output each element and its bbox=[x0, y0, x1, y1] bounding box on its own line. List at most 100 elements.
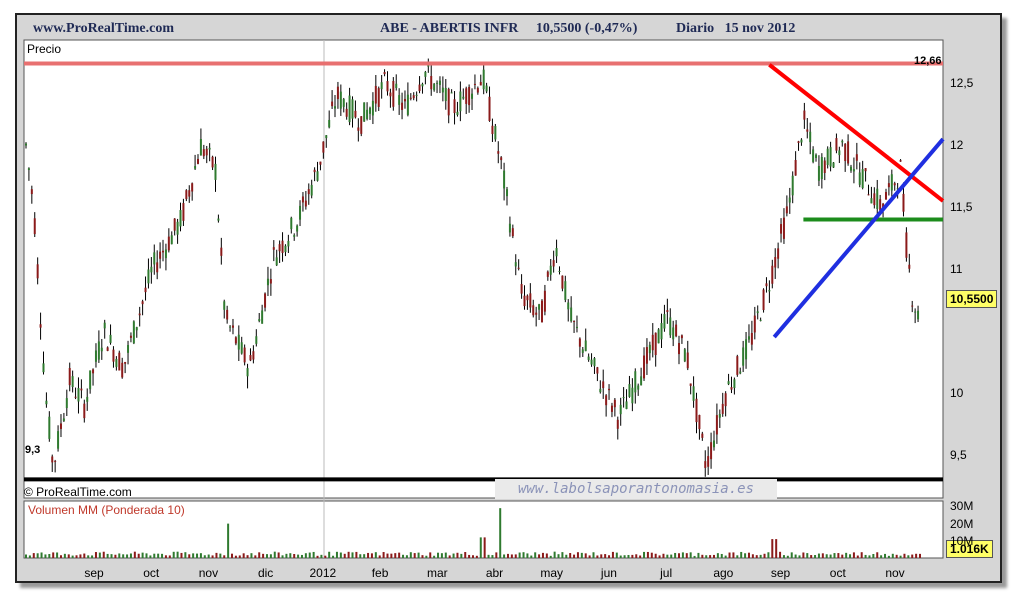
volume-bar bbox=[841, 554, 844, 558]
volume-bar bbox=[580, 552, 583, 558]
candle-body bbox=[631, 387, 634, 404]
x-tick-label: 2012 bbox=[309, 566, 337, 580]
volume-bar bbox=[506, 553, 509, 558]
volume-bar bbox=[52, 552, 55, 558]
candle-body bbox=[523, 295, 526, 307]
volume-bar bbox=[246, 555, 249, 558]
candle-body bbox=[89, 370, 92, 390]
volume-bar bbox=[674, 552, 677, 558]
candle-body bbox=[243, 347, 246, 363]
y-tick-label: 12 bbox=[950, 138, 964, 153]
candle-body bbox=[593, 358, 596, 367]
candle-body bbox=[651, 334, 654, 351]
candle-body bbox=[817, 165, 820, 181]
volume-bar bbox=[491, 555, 494, 558]
volume-bar bbox=[71, 555, 74, 558]
candle-body bbox=[552, 260, 555, 267]
volume-bar bbox=[670, 554, 673, 558]
candle-body bbox=[602, 381, 605, 389]
volume-bar bbox=[600, 554, 603, 558]
candle-body bbox=[284, 245, 287, 253]
candle-body bbox=[465, 88, 468, 104]
volume-bar bbox=[328, 551, 331, 558]
candle-body bbox=[229, 326, 232, 328]
candle-body bbox=[809, 131, 812, 143]
volume-bar bbox=[549, 555, 552, 558]
volume-bar bbox=[464, 552, 467, 558]
candle-body bbox=[25, 143, 27, 146]
candle-body bbox=[62, 418, 65, 421]
candle-body bbox=[418, 84, 421, 91]
volume-bar bbox=[475, 555, 478, 558]
candle-body bbox=[468, 86, 471, 106]
candle-body bbox=[695, 398, 698, 423]
volume-bar bbox=[347, 551, 350, 558]
volume-bar bbox=[351, 552, 354, 558]
volume-bar bbox=[277, 552, 280, 558]
volume-bar bbox=[102, 551, 105, 558]
volume-bar bbox=[297, 554, 300, 558]
candle-body bbox=[109, 334, 112, 343]
volume-bar bbox=[176, 551, 179, 558]
candle-body bbox=[847, 141, 850, 164]
x-tick-label: sep bbox=[84, 566, 104, 580]
candle-body bbox=[666, 310, 669, 312]
candle-body bbox=[27, 168, 30, 170]
candle-body bbox=[637, 385, 640, 390]
volume-bar bbox=[814, 555, 817, 558]
volume-bar bbox=[184, 552, 187, 558]
candle-body bbox=[278, 244, 281, 252]
candle-body bbox=[747, 336, 750, 340]
candle-body bbox=[223, 301, 226, 310]
candle-body bbox=[675, 324, 678, 337]
candle-body bbox=[444, 87, 447, 101]
candle-body bbox=[494, 126, 497, 140]
candle-body bbox=[520, 284, 523, 294]
candle-body bbox=[838, 150, 841, 156]
volume-bar bbox=[631, 554, 634, 558]
candle-body bbox=[357, 127, 360, 131]
candle-body bbox=[812, 149, 815, 162]
candle-body bbox=[791, 175, 794, 196]
volume-bar bbox=[584, 553, 587, 558]
volume-bar bbox=[864, 554, 867, 558]
candle-body bbox=[730, 387, 733, 390]
volume-bar bbox=[514, 554, 517, 558]
candle-body bbox=[852, 169, 855, 172]
volume-bar bbox=[821, 553, 824, 558]
volume-bar bbox=[751, 554, 754, 558]
volume-tick-label: 10M bbox=[950, 533, 974, 548]
volume-bar bbox=[425, 555, 428, 558]
candle-body bbox=[506, 189, 509, 197]
candle-body bbox=[322, 141, 325, 153]
volume-bar bbox=[429, 552, 432, 558]
volume-bar bbox=[269, 554, 272, 558]
candle-body bbox=[660, 323, 663, 340]
candle-body bbox=[538, 304, 541, 310]
volume-bar bbox=[153, 553, 156, 558]
watermark: www.labolsaporantonomasia.es bbox=[495, 479, 777, 499]
candle-body bbox=[348, 95, 351, 123]
candle-body bbox=[135, 327, 138, 331]
volume-bar bbox=[437, 552, 440, 558]
candle-body bbox=[543, 290, 546, 312]
candle-body bbox=[153, 252, 156, 265]
volume-bar bbox=[413, 553, 416, 558]
candle-body bbox=[826, 148, 829, 165]
volume-bar bbox=[223, 555, 226, 558]
candle-body bbox=[331, 101, 334, 107]
candle-body bbox=[176, 221, 179, 235]
candle-body bbox=[196, 158, 199, 164]
candle-body bbox=[616, 419, 619, 429]
volume-bar bbox=[592, 552, 595, 558]
candle-body bbox=[765, 283, 768, 287]
volume-bar bbox=[646, 551, 649, 558]
volume-bar bbox=[604, 554, 607, 558]
volume-bar bbox=[339, 552, 342, 558]
candle-body bbox=[902, 193, 905, 212]
volume-bar bbox=[565, 554, 568, 558]
candle-body bbox=[710, 442, 713, 460]
candle-body bbox=[281, 240, 284, 253]
volume-bar bbox=[872, 553, 875, 558]
candle-body bbox=[829, 147, 832, 167]
